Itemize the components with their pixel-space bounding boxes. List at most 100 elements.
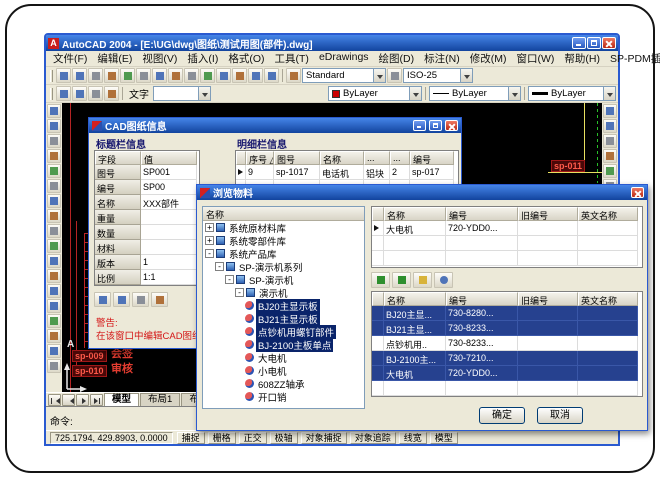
save-icon[interactable] [132, 292, 149, 307]
dim-style-combo[interactable]: ISO-25 [403, 68, 473, 83]
status-toggle[interactable]: 正交 [239, 432, 267, 444]
title-bar[interactable]: A AutoCAD 2004 - [E:\UG\dwg\图纸\测试用图(部件).… [46, 35, 618, 51]
tree-item[interactable]: 小电机 [203, 364, 364, 377]
tab-scroll-last-icon[interactable] [90, 394, 103, 406]
menu-item[interactable]: 工具(T) [270, 50, 314, 67]
match-properties-icon[interactable] [200, 68, 215, 83]
plot-icon[interactable] [104, 68, 119, 83]
table-row[interactable] [372, 236, 642, 251]
column-header[interactable] [372, 292, 384, 306]
tree-item[interactable]: 大电机 [203, 351, 364, 364]
combo-dropdown-icon[interactable] [373, 69, 385, 82]
tree-item[interactable]: 点钞机用螺钉部件 [203, 325, 364, 338]
dialog-maximize-button[interactable] [429, 120, 442, 131]
close-button[interactable] [602, 37, 616, 49]
table-row[interactable]: 版本1 [95, 255, 199, 270]
combo-dropdown-icon[interactable] [198, 87, 210, 100]
tree-item[interactable]: BJ-2100主板单点 [203, 338, 364, 351]
column-header[interactable]: 图号 [274, 151, 320, 165]
table-row[interactable]: 图号SP001 [95, 165, 199, 180]
dialog-close-button[interactable] [631, 187, 644, 198]
tree-item[interactable]: -系统产品库 [203, 247, 364, 260]
cancel-button[interactable]: 取消 [537, 407, 583, 424]
erase-icon[interactable] [603, 104, 617, 118]
combo-dropdown-icon[interactable] [508, 87, 520, 100]
offset-icon[interactable] [603, 149, 617, 163]
status-toggle[interactable]: 极轴 [270, 432, 298, 444]
zoom-realtime-icon[interactable] [264, 68, 279, 83]
line-icon[interactable] [47, 104, 61, 118]
tab-scroll-next-icon[interactable] [76, 394, 89, 406]
menu-item[interactable]: 窗口(W) [511, 50, 559, 67]
column-header[interactable] [236, 151, 246, 165]
column-header[interactable]: 名称 [384, 207, 446, 221]
status-toggle[interactable]: 对象追踪 [350, 432, 396, 444]
column-header[interactable]: 字段 [95, 151, 141, 165]
columns-icon[interactable] [113, 292, 130, 307]
table-row[interactable]: 名称XXX部件 [95, 195, 199, 210]
table-row[interactable]: 重量 [95, 210, 199, 225]
point-icon[interactable] [47, 299, 61, 313]
table-row[interactable]: BJ21主显...730-8233... [372, 321, 642, 336]
menu-item[interactable]: 格式(O) [223, 50, 269, 67]
table-row[interactable]: 材料 [95, 240, 199, 255]
table-row[interactable]: 编号SP00 [95, 180, 199, 195]
open-icon[interactable] [72, 68, 87, 83]
array-icon[interactable] [603, 164, 617, 178]
dialog-title-bar[interactable]: 浏览物料 [197, 185, 647, 200]
style-combo[interactable]: Standard [302, 68, 386, 83]
column-header[interactable]: 名称 [384, 292, 446, 306]
column-header[interactable]: 编号 [446, 207, 518, 221]
pan-realtime-icon[interactable] [248, 68, 263, 83]
column-header[interactable]: 旧编号 [518, 292, 578, 306]
make-block-icon[interactable] [47, 284, 61, 298]
column-header[interactable]: ... [364, 151, 390, 165]
hatch-icon[interactable] [47, 314, 61, 328]
table-row[interactable]: 比例1:1 [95, 270, 199, 285]
table-row[interactable]: BJ20主显...730-8280... [372, 306, 642, 321]
column-header[interactable]: 编号 [410, 151, 454, 165]
dialog-title-bar[interactable]: CAD图纸信息 [89, 118, 461, 133]
search-icon[interactable] [434, 272, 453, 288]
tree-item[interactable]: BJ20主显示板 [203, 299, 364, 312]
column-header[interactable]: 英文名称 [578, 292, 638, 306]
tree-item[interactable]: -演示机 [203, 286, 364, 299]
column-header[interactable]: ... [390, 151, 410, 165]
table-row[interactable]: 点钞机用..730-8233... [372, 336, 642, 351]
open-folder-icon[interactable] [413, 272, 432, 288]
tree-item[interactable]: -SP-演示机 [203, 273, 364, 286]
column-header[interactable]: 名称 [320, 151, 364, 165]
layout-tab[interactable]: 模型 [104, 393, 139, 406]
spline-icon[interactable] [47, 224, 61, 238]
tab-scroll-first-icon[interactable] [48, 394, 61, 406]
text-style-icon[interactable] [104, 86, 119, 101]
table-row[interactable] [372, 251, 642, 266]
tree-toggle-icon[interactable]: - [205, 249, 214, 258]
layer-previous-icon[interactable] [72, 86, 87, 101]
table-row[interactable] [372, 381, 642, 396]
tree-toggle-icon[interactable]: + [205, 223, 214, 232]
layout-tab[interactable]: 布局1 [140, 393, 180, 406]
menu-item[interactable]: SP-PDM插件(P) [605, 50, 660, 67]
layer-properties-icon[interactable] [56, 86, 71, 101]
publish-icon[interactable] [136, 68, 151, 83]
add-to-list-icon[interactable] [371, 272, 390, 288]
polyline-icon[interactable] [47, 134, 61, 148]
menu-item[interactable]: 插入(I) [182, 50, 223, 67]
cut-icon[interactable] [152, 68, 167, 83]
paste-icon[interactable] [184, 68, 199, 83]
tree-item[interactable]: -SP-演示机系列 [203, 260, 364, 273]
layer-combo[interactable] [153, 86, 211, 101]
text-style-manager-icon[interactable] [286, 68, 301, 83]
circle-icon[interactable] [47, 194, 61, 208]
menu-item[interactable]: 编辑(E) [92, 50, 137, 67]
arc-icon[interactable] [47, 179, 61, 193]
table-row[interactable]: 大电机720-YDD0... [372, 366, 642, 381]
lineweight-combo[interactable]: ByLayer [528, 86, 616, 101]
save-icon[interactable] [88, 68, 103, 83]
region-icon[interactable] [47, 329, 61, 343]
color-combo[interactable]: ByLayer [328, 86, 422, 101]
ok-button[interactable]: 确定 [479, 407, 525, 424]
dim-style-manager-icon[interactable] [387, 68, 402, 83]
status-toggle[interactable]: 线宽 [399, 432, 427, 444]
